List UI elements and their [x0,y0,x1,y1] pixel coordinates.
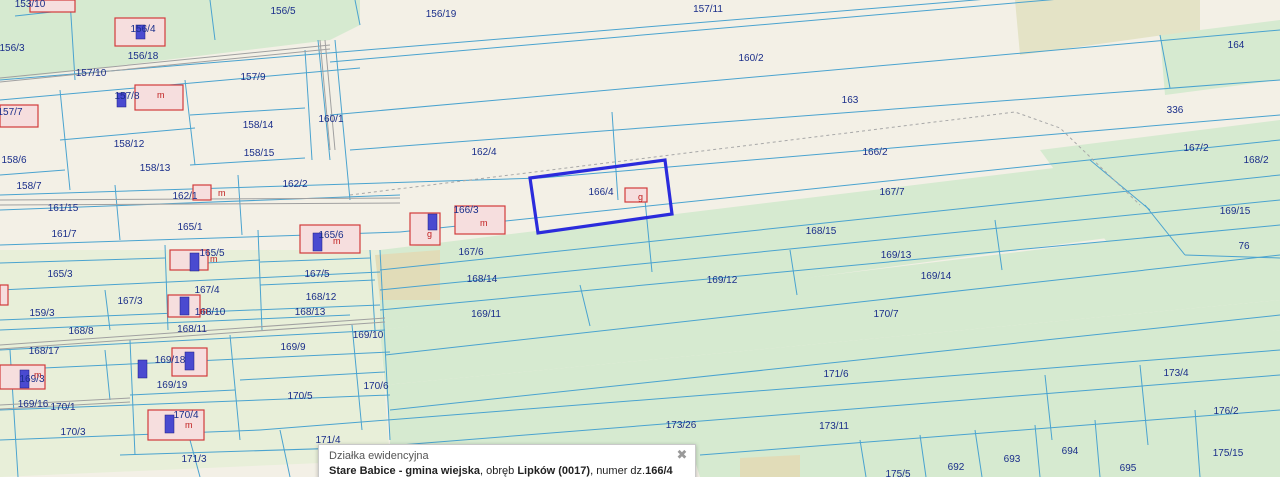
parcel-label-170-3: 170/3 [60,427,85,438]
parcel-label-158-13: 158/13 [140,163,171,174]
building [0,284,9,306]
parcel-label-153-10: 153/10 [15,0,46,10]
parcel-label-169-11: 169/11 [471,309,501,320]
parcel-label-336: 336 [1167,105,1184,116]
parcel-label-169-12: 169/12 [707,275,738,286]
parcel-label-166-2: 166/2 [862,147,887,158]
parcel-label-168-2: 168/2 [1243,155,1268,166]
popup-sep-obreb: , obręb [480,465,518,477]
parcel-label-169-10: 169/10 [353,330,384,341]
parcel-label-165-1: 165/1 [177,222,202,233]
parcel-label-167-7: 167/7 [879,187,904,198]
parcel-label-156-3: 156/3 [0,43,25,54]
parcel-label-694: 694 [1062,446,1079,457]
parcel-label-173-11: 173/11 [819,421,849,432]
parcel-label-158-7: 158/7 [16,181,41,192]
parcel-label-693: 693 [1004,454,1021,465]
parcel-label-170-7: 170/7 [873,309,898,320]
building [624,187,648,203]
building-mark: m [218,188,226,198]
parcel-label-158-14: 158/14 [243,120,274,131]
parcel-label-162-4: 162/4 [471,147,496,158]
parcel-label-168-14: 168/14 [467,274,498,285]
parcel-label-156-19: 156/19 [426,9,457,20]
parcel-label-167-4: 167/4 [194,285,219,296]
parcel-label-157-10: 157/10 [76,68,107,79]
building-mark: m [480,218,488,228]
parcel-label-170-1: 170/1 [50,402,75,413]
parcel-label-167-6: 167/6 [458,247,483,258]
parcel-label-167-5: 167/5 [304,269,329,280]
parcel-label-170-6: 170/6 [363,381,388,392]
parcel-label-157-9: 157/9 [240,72,265,83]
parcel-label-156-4: 156/4 [130,24,155,35]
popup-body: Stare Babice - gmina wiejska, obręb Lipk… [329,465,673,477]
popup-sep-numer: , numer dz. [590,465,646,477]
parcel-label-166-3: 166/3 [453,205,478,216]
parcel-label-158-6: 158/6 [1,155,26,166]
popup-title: Działka ewidencyjna [329,450,429,462]
parcel-label-171-6: 171/6 [823,369,848,380]
building-mark: g [427,229,432,239]
parcel-label-170-5: 170/5 [287,391,312,402]
parcel-label-168-12: 168/12 [306,292,337,303]
parcel-label-169-15: 169/15 [1220,206,1251,217]
parcel-label-157-11: 157/11 [693,4,723,15]
parcel-label-169-13: 169/13 [881,250,912,261]
parcel-label-168-11: 168/11 [177,324,207,335]
parcel-info-popup: Działka ewidencyjna Stare Babice - gmina… [318,444,696,477]
parcel-label-167-3: 167/3 [117,296,142,307]
parcel-label-168-8: 168/8 [68,326,93,337]
parcel-label-162-1: 162/1 [172,191,197,202]
parcel-label-176-2: 176/2 [1213,406,1238,417]
parcel-label-168-17: 168/17 [29,346,60,357]
close-icon[interactable]: ✖ [675,448,689,462]
parcel-label-169-9: 169/9 [280,342,305,353]
parcel-label-169-18: 169/18 [155,355,186,366]
parcel-label-173-4: 173/4 [1163,368,1188,379]
parcel-label-160-1: 160/1 [318,114,343,125]
parcel-label-695: 695 [1120,463,1137,474]
parcel-label-164: 164 [1228,40,1245,51]
parcel-label-156-18: 156/18 [128,51,159,62]
building-mark: m [200,306,208,316]
parcel-label-163: 163 [842,95,859,106]
parcel-label-167-2: 167/2 [1183,143,1208,154]
building-mark: m [185,420,193,430]
parcel-label-161-7: 161/7 [51,229,76,240]
parcel-label-160-2: 160/2 [738,53,763,64]
parcel-label-159-3: 159/3 [29,308,54,319]
parcel-label-169-19: 169/19 [157,380,188,391]
parcel-label-76: 76 [1238,241,1250,252]
building-mark: m [34,370,42,380]
popup-gmina: Stare Babice - gmina wiejska [329,465,481,477]
popup-obreb: Lipków (0017) [517,465,591,477]
parcel-label-158-12: 158/12 [114,139,145,150]
parcel-label-158-15: 158/15 [244,148,275,159]
parcel-label-168-13: 168/13 [295,307,326,318]
parcel-label-171-3: 171/3 [181,454,206,465]
parcel-label-169-16: 169/16 [18,399,49,410]
parcel-label-175-5: 175/5 [885,469,910,477]
building-mark: m [333,236,341,246]
map-view[interactable]: 153/10 156/5 156/19 157/11 156/3 156/4 156/18 1… [0,0,1280,477]
parcel-label-156-5: 156/5 [270,6,295,17]
parcel-label-169-14: 169/14 [921,271,952,282]
parcel-label-173-26: 173/26 [666,420,697,431]
parcel-label-175-15: 175/15 [1213,448,1244,459]
building-mark: m [157,90,165,100]
popup-numer: 166/4 [645,465,673,477]
parcel-label-157-7: 157/7 [0,107,23,118]
parcel-label-168-15: 168/15 [806,226,837,237]
cadastral-map-canvas[interactable]: 153/10 156/5 156/19 157/11 156/3 156/4 156/18 1… [0,0,1280,477]
parcel-label-166-4: 166/4 [588,187,613,198]
parcel-label-162-2: 162/2 [282,179,307,190]
parcel-label-161-15: 161/15 [48,203,79,214]
parcel-label-692: 692 [948,462,965,473]
building-mark: g [638,192,643,202]
building-mark: m [210,254,218,264]
parcel-label-157-8: 157/8 [114,91,139,102]
parcel-label-165-3: 165/3 [47,269,72,280]
